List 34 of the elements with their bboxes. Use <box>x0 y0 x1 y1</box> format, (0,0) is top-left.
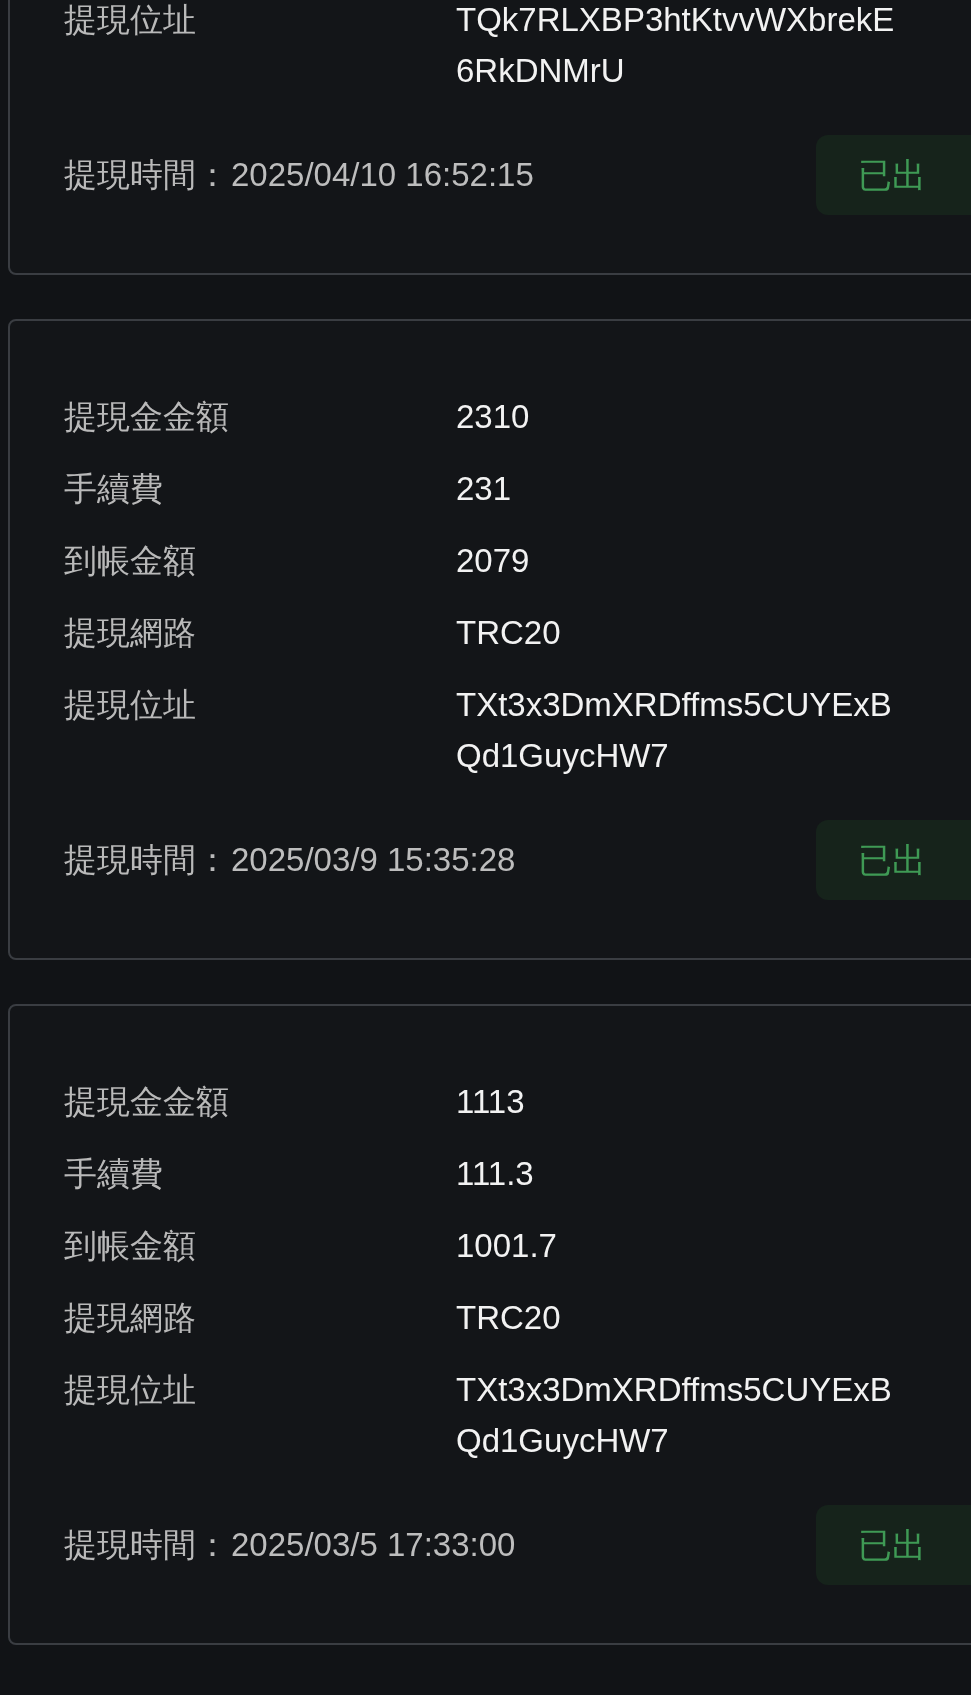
status-badge: 已出 <box>816 820 971 900</box>
field-value: Qd1GuycHW7 <box>456 736 670 776</box>
field-label: 提現網路 <box>64 1298 197 1338</box>
withdrawal-time: 2025/03/5 17:33:00 <box>231 1525 516 1566</box>
status-badge: 已出 <box>816 135 971 215</box>
field-value: 6RkDNMrU <box>456 51 626 91</box>
field-label: 提現網路 <box>64 613 197 653</box>
field-value: TRC20 <box>456 1298 561 1338</box>
field-label: 手續費 <box>64 1154 164 1194</box>
field-value: 1113 <box>456 1082 525 1122</box>
withdrawal-time: 2025/04/10 16:52:15 <box>231 155 534 196</box>
field-value: TQk7RLXBP3htKtvvWXbrekE <box>456 0 895 40</box>
field-label: 提現金金額 <box>64 397 230 437</box>
field-value: 1001.7 <box>456 1226 557 1266</box>
time-label: 提現時間： <box>64 1525 229 1566</box>
field-label: 提現位址 <box>64 0 197 40</box>
time-label: 提現時間： <box>64 840 229 881</box>
field-value: TXt3x3DmXRDffms5CUYExB <box>456 1370 892 1410</box>
field-value: 231 <box>456 469 512 509</box>
field-value: Qd1GuycHW7 <box>456 1421 670 1461</box>
time-label: 提現時間： <box>64 155 229 196</box>
field-label: 到帳金額 <box>64 541 197 581</box>
field-value: TRC20 <box>456 613 561 653</box>
field-value: 111.3 <box>456 1154 534 1194</box>
field-label: 手續費 <box>64 469 164 509</box>
field-value: 2310 <box>456 397 530 437</box>
withdrawal-time: 2025/03/9 15:35:28 <box>231 840 516 881</box>
field-label: 提現金金額 <box>64 1082 230 1122</box>
field-label: 提現位址 <box>64 685 197 725</box>
field-label: 提現位址 <box>64 1370 197 1410</box>
field-value: 2079 <box>456 541 530 581</box>
field-value: TXt3x3DmXRDffms5CUYExB <box>456 685 892 725</box>
field-label: 到帳金額 <box>64 1226 197 1266</box>
status-badge: 已出 <box>816 1505 971 1585</box>
